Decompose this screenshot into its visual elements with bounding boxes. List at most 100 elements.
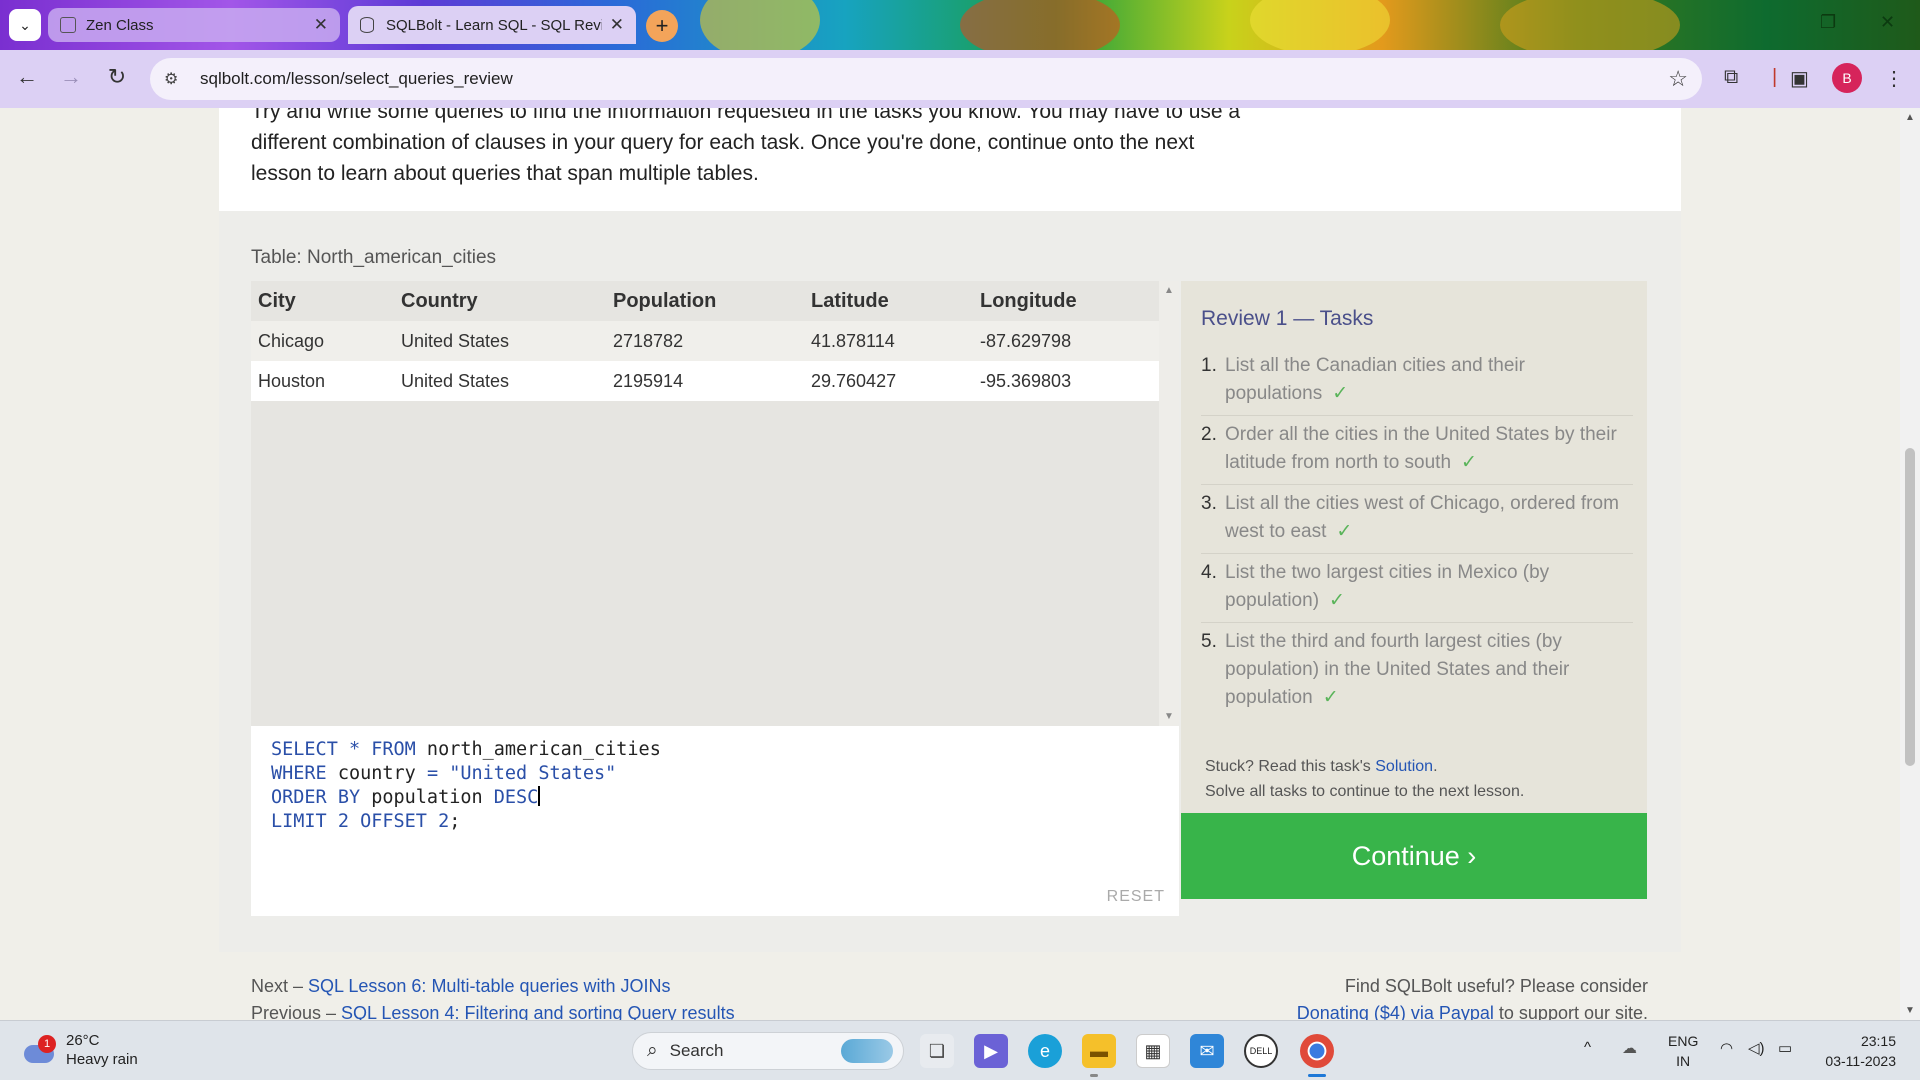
- next-lesson-link[interactable]: SQL Lesson 6: Multi-table queries with J…: [308, 976, 671, 996]
- back-arrow-icon[interactable]: ←: [12, 64, 42, 90]
- checkmark-icon: ✓: [1336, 521, 1353, 542]
- weather-widget[interactable]: 1 26°C Heavy rain: [22, 1031, 138, 1069]
- bookmark-star-icon[interactable]: ☆: [1668, 66, 1688, 92]
- edge-browser-icon[interactable]: e: [1028, 1034, 1062, 1068]
- close-window-icon[interactable]: ✕: [1880, 12, 1895, 33]
- tab-zen-class[interactable]: Zen Class ✕: [48, 8, 340, 42]
- table-caption: Table: North_american_cities: [251, 247, 497, 268]
- browser-toolbar: ← → ↻ ⚙ sqlbolt.com/lesson/select_querie…: [0, 50, 1920, 108]
- intro-line: different combination of clauses in your…: [251, 131, 1195, 154]
- sql-query-editor[interactable]: SELECT * FROM north_american_cities WHER…: [251, 726, 1179, 916]
- previous-lesson-link[interactable]: SQL Lesson 4: Filtering and sorting Quer…: [341, 1003, 735, 1020]
- table-row: Houston United States 2195914 29.760427 …: [251, 361, 1159, 401]
- donate-link[interactable]: Donating ($4) via Paypal: [1297, 1003, 1494, 1020]
- scroll-down-arrow-icon[interactable]: ▼: [1905, 1005, 1915, 1016]
- chrome-browser-icon[interactable]: [1300, 1034, 1334, 1068]
- reload-icon[interactable]: ↻: [102, 64, 132, 90]
- checkmark-icon: ✓: [1461, 452, 1477, 473]
- tasks-title: Review 1 — Tasks: [1201, 307, 1374, 330]
- mail-icon[interactable]: ✉: [1190, 1034, 1224, 1068]
- scrollbar-thumb[interactable]: [1905, 448, 1915, 766]
- intro-line: Try and write some queries to find the i…: [251, 108, 1241, 123]
- site-info-icon[interactable]: ⚙: [164, 69, 194, 89]
- scroll-down-arrow-icon[interactable]: ▼: [1164, 711, 1174, 722]
- scroll-up-arrow-icon[interactable]: ▲: [1164, 285, 1174, 296]
- url-text[interactable]: sqlbolt.com/lesson/select_queries_review: [200, 69, 1668, 89]
- onedrive-cloud-icon[interactable]: ☁: [1622, 1039, 1637, 1057]
- file-explorer-icon[interactable]: ▬: [1082, 1034, 1116, 1068]
- query-results-table: City Country Population Latitude Longitu…: [251, 281, 1179, 726]
- language-indicator[interactable]: ENG IN: [1668, 1031, 1698, 1071]
- task-view-icon[interactable]: ❏: [920, 1034, 954, 1068]
- sql-keyword: WHERE: [271, 763, 327, 784]
- clock-time: 23:15: [1860, 1033, 1896, 1049]
- task-text: List the third and fourth largest cities…: [1225, 631, 1570, 708]
- lesson-intro-text: Try and write some queries to find the i…: [251, 108, 1271, 189]
- checkmark-icon: ✓: [1329, 590, 1345, 611]
- clock-date: 03-11-2023: [1825, 1053, 1896, 1069]
- new-tab-button[interactable]: +: [646, 10, 678, 42]
- cell-population: 2718782: [606, 321, 804, 361]
- restore-window-icon[interactable]: ❐: [1820, 12, 1836, 33]
- task-number: 5.: [1201, 631, 1217, 652]
- cell-latitude: 29.760427: [804, 361, 973, 401]
- forward-arrow-icon[interactable]: →: [56, 64, 86, 90]
- language-code: ENG: [1668, 1033, 1699, 1049]
- task-list: 1. List all the Canadian cities and thei…: [1201, 347, 1633, 719]
- sql-keyword: ORDER BY: [271, 787, 361, 808]
- cell-longitude: -95.369803: [973, 361, 1159, 401]
- tab-search-button[interactable]: ⌄: [9, 9, 41, 41]
- tab-title: Zen Class: [86, 16, 154, 34]
- side-panel-icon[interactable]: ▣: [1790, 66, 1809, 91]
- hint-suffix: .: [1433, 758, 1438, 775]
- wifi-icon[interactable]: ◠: [1720, 1039, 1733, 1057]
- results-scrollbar[interactable]: ▲ ▼: [1159, 281, 1179, 726]
- reset-button[interactable]: RESET: [1107, 888, 1165, 906]
- close-tab-icon[interactable]: ✕: [610, 15, 624, 35]
- sql-keyword: DESC: [493, 787, 539, 808]
- lesson-intro-card: Try and write some queries to find the i…: [219, 108, 1681, 211]
- notification-badge: 1: [38, 1035, 56, 1053]
- donate-suffix: to support our site.: [1493, 1003, 1648, 1020]
- task-text: Order all the cities in the United State…: [1225, 424, 1617, 473]
- column-header-latitude: Latitude: [804, 281, 973, 321]
- show-hidden-icons-chevron-icon[interactable]: ^: [1584, 1039, 1591, 1056]
- sql-code[interactable]: SELECT * FROM north_american_cities WHER…: [271, 738, 661, 834]
- temperature: 26°C: [66, 1032, 100, 1049]
- scroll-up-arrow-icon[interactable]: ▲: [1905, 112, 1915, 123]
- extensions-icon[interactable]: ⧉: [1724, 66, 1738, 89]
- cell-population: 2195914: [606, 361, 804, 401]
- profile-avatar[interactable]: B: [1832, 63, 1862, 93]
- lesson-navigation: Next – SQL Lesson 6: Multi-table queries…: [251, 973, 735, 1020]
- close-tab-icon[interactable]: ✕: [314, 15, 328, 35]
- column-header-city: City: [251, 281, 394, 321]
- cell-longitude: -87.629798: [973, 321, 1159, 361]
- system-clock[interactable]: 23:15 03-11-2023: [1825, 1031, 1896, 1071]
- tab-sqlbolt[interactable]: SQLBolt - Learn SQL - SQL Revi ✕: [348, 6, 636, 44]
- task-number: 1.: [1201, 355, 1217, 376]
- active-app-indicator: [1308, 1074, 1326, 1077]
- cell-country: United States: [394, 361, 606, 401]
- task-item: 4. List the two largest cities in Mexico…: [1201, 554, 1633, 623]
- task-item: 2. Order all the cities in the United St…: [1201, 416, 1633, 485]
- address-bar[interactable]: ⚙ sqlbolt.com/lesson/select_queries_revi…: [150, 58, 1702, 100]
- sql-text: ;: [449, 811, 461, 832]
- running-app-indicator: [1090, 1074, 1098, 1077]
- teams-chat-icon[interactable]: ▶: [974, 1034, 1008, 1068]
- weather-condition: Heavy rain: [66, 1051, 138, 1068]
- page-content: Try and write some queries to find the i…: [0, 108, 1920, 1020]
- continue-button[interactable]: Continue ›: [1181, 813, 1647, 899]
- windows-start-icon[interactable]: [582, 1036, 612, 1066]
- cell-latitude: 41.878114: [804, 321, 973, 361]
- microsoft-store-icon[interactable]: ▦: [1136, 1034, 1170, 1068]
- page-scrollbar[interactable]: ▲ ▼: [1900, 108, 1920, 1020]
- solution-link[interactable]: Solution: [1375, 758, 1433, 775]
- volume-icon[interactable]: ◁): [1748, 1039, 1765, 1057]
- cell-city: Chicago: [251, 321, 394, 361]
- battery-icon[interactable]: ▭: [1778, 1039, 1792, 1057]
- more-menu-icon[interactable]: ⋮: [1884, 66, 1904, 91]
- taskbar-search[interactable]: ⌕ Search: [632, 1032, 904, 1070]
- chevron-down-icon: ⌄: [19, 16, 31, 33]
- dell-icon[interactable]: DELL: [1244, 1034, 1278, 1068]
- task-text: List the two largest cities in Mexico (b…: [1225, 562, 1550, 611]
